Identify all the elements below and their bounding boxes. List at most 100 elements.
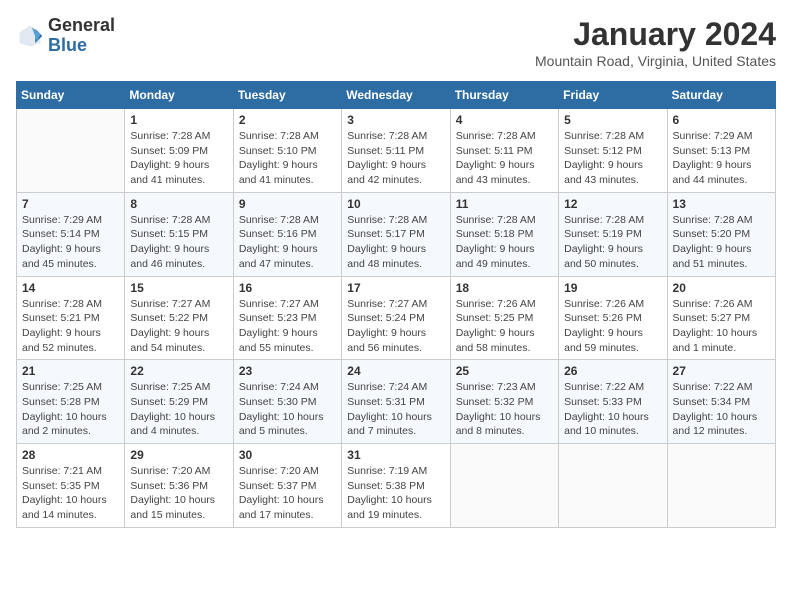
calendar-cell: 6 Sunrise: 7:29 AMSunset: 5:13 PMDaylight… xyxy=(667,109,775,193)
day-info: Sunrise: 7:28 AMSunset: 5:19 PMDaylight:… xyxy=(564,213,661,272)
calendar-cell: 22 Sunrise: 7:25 AMSunset: 5:29 PMDayligh… xyxy=(125,360,233,444)
calendar-cell: 14 Sunrise: 7:28 AMSunset: 5:21 PMDayligh… xyxy=(17,276,125,360)
location: Mountain Road, Virginia, United States xyxy=(535,53,776,69)
calendar-header-monday: Monday xyxy=(125,82,233,109)
calendar-week-1: 1 Sunrise: 7:28 AMSunset: 5:09 PMDaylight… xyxy=(17,109,776,193)
day-info: Sunrise: 7:26 AMSunset: 5:25 PMDaylight:… xyxy=(456,297,553,356)
day-number: 12 xyxy=(564,197,661,211)
day-number: 21 xyxy=(22,364,119,378)
calendar-cell: 20 Sunrise: 7:26 AMSunset: 5:27 PMDayligh… xyxy=(667,276,775,360)
day-info: Sunrise: 7:28 AMSunset: 5:20 PMDaylight:… xyxy=(673,213,770,272)
day-number: 23 xyxy=(239,364,336,378)
day-number: 27 xyxy=(673,364,770,378)
day-number: 10 xyxy=(347,197,444,211)
calendar-cell: 7Sunrise: 7:29 AMSunset: 5:14 PMDaylight… xyxy=(17,192,125,276)
calendar-cell: 26 Sunrise: 7:22 AMSunset: 5:33 PMDayligh… xyxy=(559,360,667,444)
day-info: Sunrise: 7:28 AMSunset: 5:21 PMDaylight:… xyxy=(22,297,119,356)
day-number: 4 xyxy=(456,113,553,127)
calendar-header-wednesday: Wednesday xyxy=(342,82,450,109)
day-info: Sunrise: 7:28 AMSunset: 5:09 PMDaylight:… xyxy=(130,129,227,188)
calendar-week-5: 28 Sunrise: 7:21 AMSunset: 5:35 PMDayligh… xyxy=(17,444,776,528)
day-info: Sunrise: 7:28 AMSunset: 5:16 PMDaylight:… xyxy=(239,213,336,272)
logo-blue: Blue xyxy=(48,35,87,55)
calendar-cell: 4 Sunrise: 7:28 AMSunset: 5:11 PMDaylight… xyxy=(450,109,558,193)
day-number: 20 xyxy=(673,281,770,295)
month-title: January 2024 xyxy=(535,16,776,53)
day-number: 28 xyxy=(22,448,119,462)
calendar-cell: 12 Sunrise: 7:28 AMSunset: 5:19 PMDayligh… xyxy=(559,192,667,276)
calendar-cell: 19 Sunrise: 7:26 AMSunset: 5:26 PMDayligh… xyxy=(559,276,667,360)
day-number: 8 xyxy=(130,197,227,211)
day-number: 14 xyxy=(22,281,119,295)
day-number: 6 xyxy=(673,113,770,127)
day-number: 13 xyxy=(673,197,770,211)
calendar-table: SundayMondayTuesdayWednesdayThursdayFrid… xyxy=(16,81,776,528)
day-number: 19 xyxy=(564,281,661,295)
day-info: Sunrise: 7:26 AMSunset: 5:26 PMDaylight:… xyxy=(564,297,661,356)
day-number: 29 xyxy=(130,448,227,462)
day-number: 15 xyxy=(130,281,227,295)
day-info: Sunrise: 7:28 AMSunset: 5:17 PMDaylight:… xyxy=(347,213,444,272)
day-info: Sunrise: 7:29 AMSunset: 5:13 PMDaylight:… xyxy=(673,129,770,188)
day-number: 16 xyxy=(239,281,336,295)
calendar-cell: 28 Sunrise: 7:21 AMSunset: 5:35 PMDayligh… xyxy=(17,444,125,528)
day-info: Sunrise: 7:25 AMSunset: 5:28 PMDaylight:… xyxy=(22,380,119,439)
calendar-header-tuesday: Tuesday xyxy=(233,82,341,109)
day-number: 26 xyxy=(564,364,661,378)
calendar-cell: 13 Sunrise: 7:28 AMSunset: 5:20 PMDayligh… xyxy=(667,192,775,276)
calendar-body: 1 Sunrise: 7:28 AMSunset: 5:09 PMDaylight… xyxy=(17,109,776,528)
day-number: 3 xyxy=(347,113,444,127)
calendar-cell: 10 Sunrise: 7:28 AMSunset: 5:17 PMDayligh… xyxy=(342,192,450,276)
day-info: Sunrise: 7:28 AMSunset: 5:10 PMDaylight:… xyxy=(239,129,336,188)
calendar-cell: 18 Sunrise: 7:26 AMSunset: 5:25 PMDayligh… xyxy=(450,276,558,360)
calendar-header-friday: Friday xyxy=(559,82,667,109)
calendar-cell: 8Sunrise: 7:28 AMSunset: 5:15 PMDaylight… xyxy=(125,192,233,276)
day-number: 1 xyxy=(130,113,227,127)
calendar-cell xyxy=(667,444,775,528)
day-info: Sunrise: 7:19 AMSunset: 5:38 PMDaylight:… xyxy=(347,464,444,523)
day-info: Sunrise: 7:21 AMSunset: 5:35 PMDaylight:… xyxy=(22,464,119,523)
day-info: Sunrise: 7:22 AMSunset: 5:33 PMDaylight:… xyxy=(564,380,661,439)
day-info: Sunrise: 7:27 AMSunset: 5:24 PMDaylight:… xyxy=(347,297,444,356)
calendar-header-row: SundayMondayTuesdayWednesdayThursdayFrid… xyxy=(17,82,776,109)
calendar-week-3: 14 Sunrise: 7:28 AMSunset: 5:21 PMDayligh… xyxy=(17,276,776,360)
logo-text: General Blue xyxy=(48,16,115,56)
calendar-header-saturday: Saturday xyxy=(667,82,775,109)
day-number: 22 xyxy=(130,364,227,378)
day-info: Sunrise: 7:25 AMSunset: 5:29 PMDaylight:… xyxy=(130,380,227,439)
day-number: 30 xyxy=(239,448,336,462)
day-info: Sunrise: 7:26 AMSunset: 5:27 PMDaylight:… xyxy=(673,297,770,356)
calendar-cell: 31 Sunrise: 7:19 AMSunset: 5:38 PMDayligh… xyxy=(342,444,450,528)
calendar-cell: 1 Sunrise: 7:28 AMSunset: 5:09 PMDaylight… xyxy=(125,109,233,193)
day-info: Sunrise: 7:24 AMSunset: 5:30 PMDaylight:… xyxy=(239,380,336,439)
calendar-week-4: 21 Sunrise: 7:25 AMSunset: 5:28 PMDayligh… xyxy=(17,360,776,444)
calendar-cell xyxy=(17,109,125,193)
calendar-header-thursday: Thursday xyxy=(450,82,558,109)
calendar-header-sunday: Sunday xyxy=(17,82,125,109)
day-info: Sunrise: 7:28 AMSunset: 5:18 PMDaylight:… xyxy=(456,213,553,272)
calendar-cell xyxy=(559,444,667,528)
calendar-cell: 11Sunrise: 7:28 AMSunset: 5:18 PMDayligh… xyxy=(450,192,558,276)
logo: General Blue xyxy=(16,16,115,56)
day-number: 2 xyxy=(239,113,336,127)
day-info: Sunrise: 7:27 AMSunset: 5:23 PMDaylight:… xyxy=(239,297,336,356)
day-info: Sunrise: 7:29 AMSunset: 5:14 PMDaylight:… xyxy=(22,213,119,272)
calendar-cell: 17 Sunrise: 7:27 AMSunset: 5:24 PMDayligh… xyxy=(342,276,450,360)
calendar-cell: 29 Sunrise: 7:20 AMSunset: 5:36 PMDayligh… xyxy=(125,444,233,528)
logo-general: General xyxy=(48,15,115,35)
calendar-cell: 9 Sunrise: 7:28 AMSunset: 5:16 PMDaylight… xyxy=(233,192,341,276)
day-info: Sunrise: 7:20 AMSunset: 5:37 PMDaylight:… xyxy=(239,464,336,523)
calendar-cell: 21 Sunrise: 7:25 AMSunset: 5:28 PMDayligh… xyxy=(17,360,125,444)
day-info: Sunrise: 7:20 AMSunset: 5:36 PMDaylight:… xyxy=(130,464,227,523)
calendar-cell: 3Sunrise: 7:28 AMSunset: 5:11 PMDaylight… xyxy=(342,109,450,193)
day-info: Sunrise: 7:28 AMSunset: 5:11 PMDaylight:… xyxy=(456,129,553,188)
calendar-cell: 24Sunrise: 7:24 AMSunset: 5:31 PMDayligh… xyxy=(342,360,450,444)
day-info: Sunrise: 7:23 AMSunset: 5:32 PMDaylight:… xyxy=(456,380,553,439)
calendar-cell: 2 Sunrise: 7:28 AMSunset: 5:10 PMDaylight… xyxy=(233,109,341,193)
title-block: January 2024 Mountain Road, Virginia, Un… xyxy=(535,16,776,69)
day-number: 31 xyxy=(347,448,444,462)
day-number: 9 xyxy=(239,197,336,211)
day-number: 17 xyxy=(347,281,444,295)
day-number: 18 xyxy=(456,281,553,295)
calendar-cell: 15Sunrise: 7:27 AMSunset: 5:22 PMDayligh… xyxy=(125,276,233,360)
